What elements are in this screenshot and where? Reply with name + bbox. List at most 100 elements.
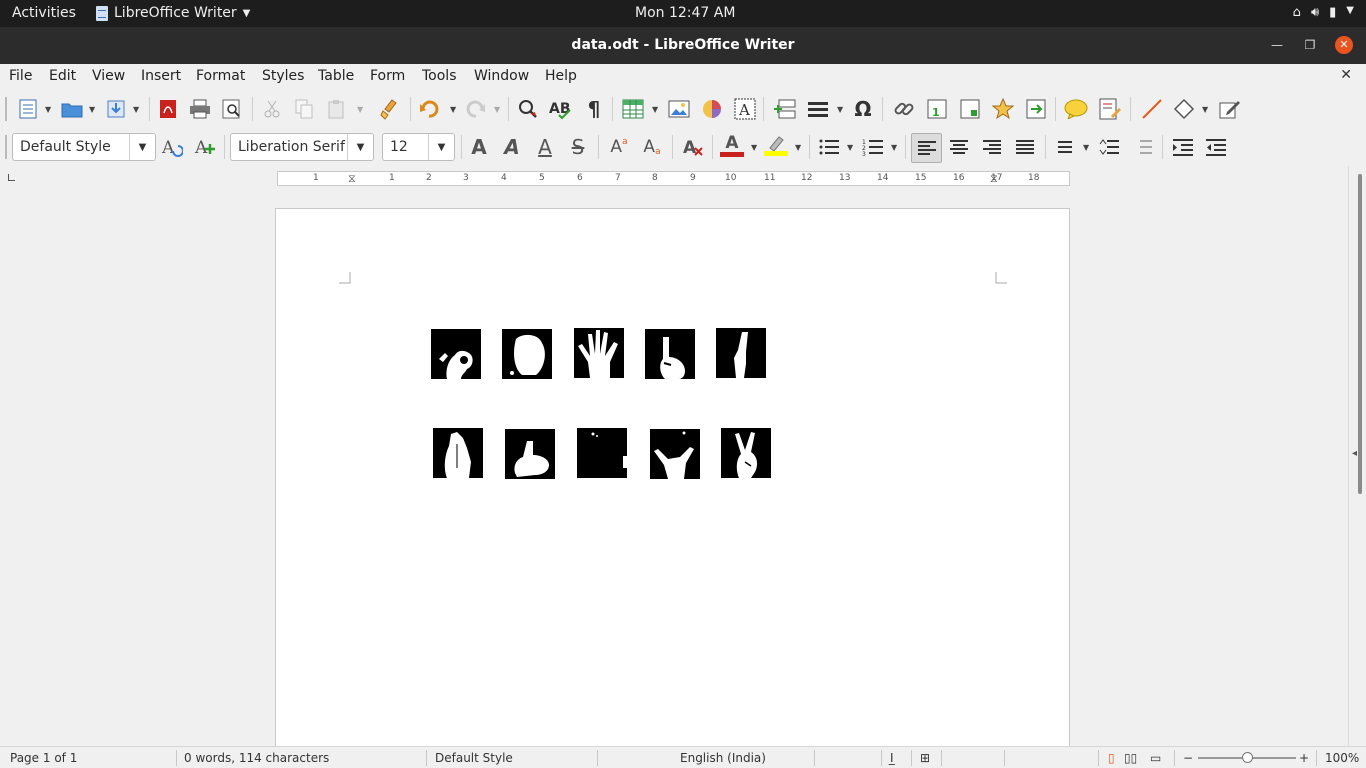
new-document-icon[interactable] [16, 97, 40, 121]
decrease-indent-icon[interactable] [1204, 135, 1228, 159]
close-document-icon[interactable]: ✕ [1340, 67, 1352, 83]
paste-icon[interactable] [324, 97, 348, 121]
insert-footnote-icon[interactable]: 1 [925, 97, 949, 121]
menu-format[interactable]: Format [196, 68, 245, 84]
increase-indent-icon[interactable] [1171, 135, 1195, 159]
app-menu[interactable]: LibreOffice Writer ▼ [96, 5, 250, 21]
chevron-down-icon[interactable]: ▼ [357, 105, 363, 114]
maximize-button[interactable]: ❐ [1301, 36, 1319, 54]
chevron-down-icon[interactable]: ▼ [847, 143, 853, 152]
book-view-icon[interactable]: ▭ [1150, 751, 1161, 765]
align-right-icon[interactable] [980, 135, 1004, 159]
italic-icon[interactable]: A [500, 135, 524, 159]
paragraph-style-combo[interactable]: Default Style ▼ [12, 133, 156, 161]
document-area[interactable] [0, 194, 1348, 746]
subscript-icon[interactable]: Aa [640, 135, 664, 159]
hand-gesture-image[interactable] [721, 428, 771, 478]
minimize-button[interactable]: — [1268, 36, 1286, 54]
decrease-paragraph-spacing-icon[interactable] [1130, 135, 1154, 159]
hand-gesture-image[interactable] [433, 428, 483, 478]
update-style-icon[interactable]: A [160, 135, 184, 159]
justify-icon[interactable] [1013, 135, 1037, 159]
scrollbar-thumb[interactable] [1358, 174, 1362, 494]
increase-paragraph-spacing-icon[interactable] [1097, 135, 1121, 159]
bullet-list-icon[interactable] [817, 135, 841, 159]
chevron-down-icon[interactable]: ▼ [494, 105, 500, 114]
chevron-down-icon[interactable]: ▼ [795, 143, 801, 152]
chevron-down-icon[interactable]: ▼ [428, 134, 454, 160]
new-style-icon[interactable]: A [193, 135, 217, 159]
copy-icon[interactable] [292, 97, 316, 121]
cut-icon[interactable] [260, 97, 284, 121]
track-changes-icon[interactable] [1098, 97, 1122, 121]
font-size-combo[interactable]: 12 ▼ [382, 133, 455, 161]
chevron-down-icon[interactable]: ▼ [751, 143, 757, 152]
special-character-icon[interactable]: Ω [851, 97, 875, 121]
clock[interactable]: Mon 12:47 AM [635, 5, 735, 21]
chevron-down-icon[interactable]: ▼ [837, 105, 843, 114]
print-preview-icon[interactable] [220, 97, 244, 121]
chevron-down-icon[interactable]: ▼ [891, 143, 897, 152]
single-page-view-icon[interactable]: ▯ [1108, 751, 1115, 765]
tab-stop-selector-icon[interactable] [8, 174, 15, 181]
hand-gesture-image[interactable] [716, 328, 766, 378]
insert-line-icon[interactable] [1140, 97, 1164, 121]
chevron-down-icon[interactable]: ▼ [133, 105, 139, 114]
open-folder-icon[interactable] [60, 97, 84, 121]
line-spacing-icon[interactable] [1053, 135, 1077, 159]
insert-field-icon[interactable] [806, 97, 830, 121]
align-center-icon[interactable] [947, 135, 971, 159]
print-icon[interactable] [188, 97, 212, 121]
vertical-scrollbar[interactable]: ◂ [1348, 166, 1366, 746]
chevron-down-icon[interactable]: ▼ [89, 105, 95, 114]
clone-formatting-icon[interactable] [378, 97, 402, 121]
hand-gesture-image[interactable] [574, 328, 624, 378]
insert-mode-icon[interactable]: I̲ [890, 751, 894, 765]
basic-shapes-icon[interactable] [1172, 97, 1196, 121]
menu-file[interactable]: File [9, 68, 32, 84]
superscript-icon[interactable]: Aa [607, 135, 631, 159]
sidebar-toggle-icon[interactable]: ◂ [1352, 448, 1357, 459]
insert-cross-reference-icon[interactable] [1024, 97, 1048, 121]
menu-help[interactable]: Help [545, 68, 577, 84]
save-icon[interactable] [104, 97, 128, 121]
hand-gesture-image[interactable] [505, 429, 555, 479]
text-language[interactable]: English (India) [680, 751, 766, 765]
chevron-down-icon[interactable]: ▼ [450, 105, 456, 114]
show-draw-functions-icon[interactable] [1218, 97, 1242, 121]
chevron-down-icon[interactable]: ▼ [129, 134, 155, 160]
hand-gesture-image[interactable] [650, 429, 700, 479]
highlight-color-icon[interactable] [764, 133, 788, 157]
redo-icon[interactable] [463, 97, 487, 121]
insert-table-icon[interactable] [621, 97, 645, 121]
chevron-down-icon[interactable]: ▼ [45, 105, 51, 114]
system-tray[interactable]: ⌂ 🔊︎ ▮ ▼ [1293, 5, 1354, 20]
hand-gesture-image[interactable] [431, 329, 481, 379]
left-indent-marker-icon[interactable]: ⧖ [348, 172, 356, 186]
insert-endnote-icon[interactable] [958, 97, 982, 121]
find-replace-icon[interactable] [516, 97, 540, 121]
insert-textbox-icon[interactable]: A [733, 97, 757, 121]
menu-insert[interactable]: Insert [141, 68, 181, 84]
insert-hyperlink-icon[interactable] [892, 97, 916, 121]
close-button[interactable]: ✕ [1335, 36, 1353, 54]
chevron-down-icon[interactable]: ▼ [652, 105, 658, 114]
insert-comment-icon[interactable] [1064, 97, 1088, 121]
zoom-in-icon[interactable]: + [1299, 751, 1309, 765]
document-page[interactable] [275, 208, 1070, 746]
multi-page-view-icon[interactable]: ▯▯ [1124, 751, 1137, 765]
menu-view[interactable]: View [92, 68, 125, 84]
insert-page-break-icon[interactable] [773, 97, 797, 121]
menu-table[interactable]: Table [318, 68, 354, 84]
align-left-icon[interactable] [911, 133, 942, 163]
insert-chart-icon[interactable] [700, 97, 724, 121]
zoom-out-icon[interactable]: − [1183, 751, 1193, 765]
menu-window[interactable]: Window [474, 68, 529, 84]
menu-edit[interactable]: Edit [49, 68, 76, 84]
menu-tools[interactable]: Tools [422, 68, 457, 84]
underline-icon[interactable]: A [533, 135, 557, 159]
insert-image-icon[interactable] [667, 97, 691, 121]
undo-icon[interactable] [418, 97, 442, 121]
selection-mode-icon[interactable]: ⊞ [920, 751, 930, 765]
font-name-combo[interactable]: Liberation Serif ▼ [230, 133, 374, 161]
